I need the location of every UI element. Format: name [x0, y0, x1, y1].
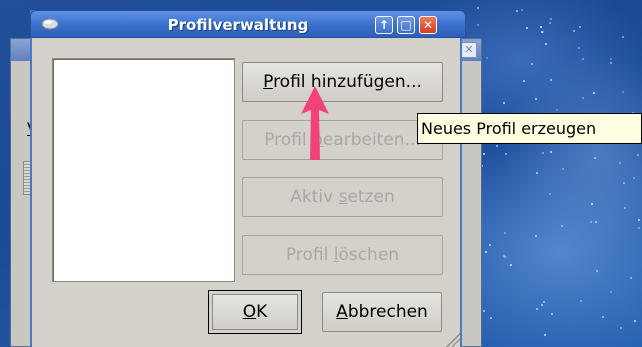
- help-icon[interactable]: ↑: [375, 16, 393, 34]
- desktop-star: [595, 220, 598, 223]
- desktop-star: [638, 227, 641, 230]
- tooltip: Neues Profil erzeugen: [417, 113, 642, 144]
- desktop-star: [634, 319, 637, 322]
- desktop-star: [516, 10, 519, 13]
- desktop-star: [602, 315, 605, 318]
- background-window-close-icon[interactable]: ✕: [461, 42, 477, 58]
- desktop-star: [483, 310, 486, 313]
- profile-list[interactable]: [52, 58, 235, 282]
- annotation-arrow-icon: [301, 86, 329, 160]
- desktop-star: [490, 317, 493, 320]
- desktop-star: [549, 17, 552, 20]
- cancel-button[interactable]: Abbrechen: [322, 292, 442, 332]
- desktop-star: [560, 225, 563, 228]
- desktop-star: [622, 36, 625, 39]
- desktop-star: [505, 152, 508, 155]
- close-icon[interactable]: ✕: [419, 16, 437, 34]
- dialog-titlebar[interactable]: Profilverwaltung ↑ □ ✕: [30, 10, 466, 38]
- desktop-star: [609, 58, 612, 61]
- desktop-star: [523, 79, 526, 82]
- desktop-star: [483, 153, 486, 156]
- desktop-star: [484, 251, 487, 254]
- desktop-star: [545, 43, 548, 46]
- desktop-star: [536, 308, 539, 311]
- desktop-star: [555, 108, 558, 111]
- desktop-star: [550, 312, 553, 315]
- desktop-star: [578, 46, 581, 49]
- desktop-star: [595, 269, 598, 272]
- desktop-star: [540, 30, 543, 33]
- resize-grip-icon[interactable]: [446, 333, 460, 347]
- desktop-star: [582, 58, 585, 61]
- desktop-star: [573, 29, 576, 32]
- desktop-star: [550, 151, 553, 154]
- desktop-star: [502, 102, 505, 105]
- desktop-star: [619, 162, 622, 165]
- add-profile-button[interactable]: Profil hinzufügen...: [242, 62, 443, 102]
- desktop-star: [623, 206, 626, 209]
- desktop-star: [632, 177, 635, 180]
- desktop-star: [476, 23, 479, 26]
- desktop-star: [476, 7, 479, 10]
- profile-manager-dialog: Profilverwaltung ↑ □ ✕ Profil hinzufügen…: [30, 10, 466, 347]
- desktop-star: [549, 193, 552, 196]
- desktop-star: [525, 26, 528, 29]
- desktop-star: [593, 92, 596, 95]
- desktop-star: [540, 26, 543, 29]
- edit-profile-button[interactable]: Profil bearbeiten...: [242, 120, 443, 160]
- desktop-star: [548, 22, 551, 25]
- set-active-button[interactable]: Aktiv setzen: [242, 177, 443, 217]
- delete-profile-button[interactable]: Profil löschen: [242, 235, 443, 275]
- desktop-star: [535, 171, 538, 174]
- desktop-star: [579, 300, 582, 302]
- desktop-star: [638, 219, 641, 222]
- desktop-star: [589, 220, 592, 223]
- desktop-star: [510, 264, 513, 267]
- desktop-star: [520, 9, 523, 12]
- desktop-star: [535, 234, 538, 237]
- desktop-star: [609, 290, 612, 293]
- desktop-star: [489, 243, 492, 246]
- desktop-star: [619, 327, 622, 330]
- desktop-star: [542, 151, 545, 154]
- desktop-star: [579, 26, 582, 29]
- desktop-star: [543, 333, 546, 336]
- desktop-star: [535, 98, 538, 101]
- dialog-title: Profilverwaltung: [167, 16, 309, 34]
- desktop-star: [630, 276, 633, 279]
- desktop-star: [637, 153, 640, 156]
- desktop-star: [531, 63, 534, 66]
- desktop-star: [623, 182, 626, 185]
- desktop-star: [609, 61, 612, 64]
- desktop-star: [561, 168, 564, 171]
- desktop-star: [593, 157, 596, 160]
- desktop-star: [549, 79, 552, 82]
- desktop-star: [495, 144, 498, 147]
- desktop-star: [590, 202, 593, 205]
- desktop-star: [503, 231, 506, 234]
- desktop-star: [581, 96, 584, 99]
- ok-button[interactable]: OK: [208, 290, 302, 334]
- desktop-star: [621, 91, 624, 94]
- maximize-icon[interactable]: □: [397, 16, 415, 34]
- desktop-star: [541, 304, 544, 307]
- desktop-star: [543, 300, 546, 303]
- desktop-star: [486, 56, 489, 59]
